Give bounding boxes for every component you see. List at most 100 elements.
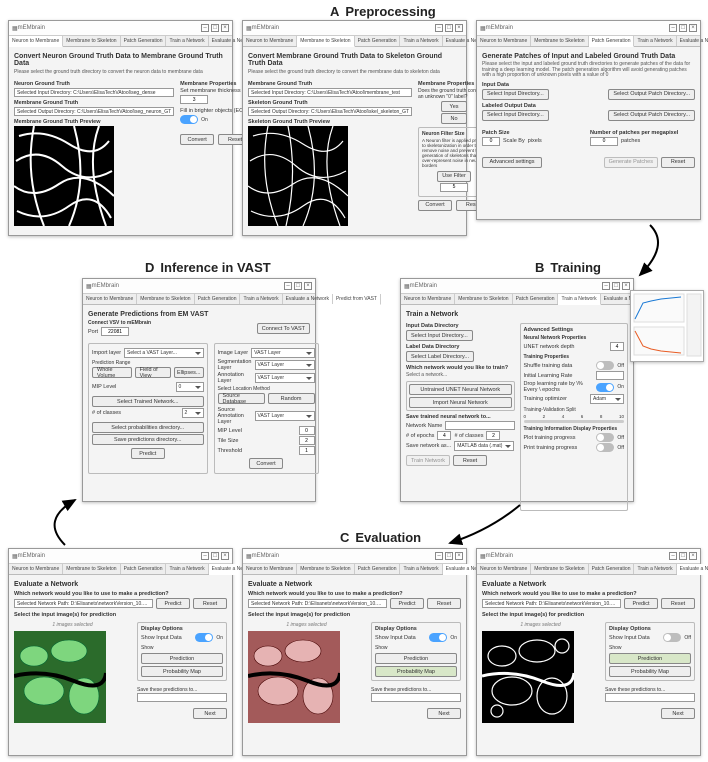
window-controls[interactable]: –□× <box>433 24 463 32</box>
port-input[interactable] <box>101 327 129 336</box>
adv-shuffle-toggle[interactable] <box>596 361 614 370</box>
mip2-input[interactable] <box>299 426 315 435</box>
window-controls[interactable]: –□× <box>667 552 697 560</box>
tab-train[interactable]: Train a Network <box>400 36 442 46</box>
adv-print-toggle[interactable] <box>596 443 614 452</box>
t[interactable]: Patch Generation <box>355 564 401 574</box>
classes-input[interactable] <box>486 431 500 440</box>
prediction-button[interactable]: Prediction <box>375 653 457 664</box>
import-network-button[interactable]: Import Neural Network <box>409 397 512 408</box>
select-input-dir-button[interactable]: Select Input Directory... <box>406 330 473 341</box>
generate-patches-button[interactable]: Generate Patches <box>604 157 658 168</box>
titlebar[interactable]: ▦ mEMbrain –□× <box>83 279 315 294</box>
t[interactable]: Train a Network <box>634 564 676 574</box>
tab-neuron-to-membrane[interactable]: Neuron to Membrane <box>401 294 455 304</box>
tab-membrane-to-skeleton[interactable]: Membrane to Skeleton <box>63 36 120 46</box>
anno-layer-select[interactable]: VAST Layer <box>255 373 315 383</box>
nclasses-select[interactable]: 2 <box>182 408 204 418</box>
connect-vast-button[interactable]: Connect To VAST <box>257 323 310 334</box>
import-layer-select[interactable]: Select a VAST Layer... <box>124 348 204 358</box>
next-button[interactable]: Next <box>427 708 461 719</box>
src-anno-select[interactable]: VAST Layer <box>255 411 315 421</box>
select-input-dir-button-2[interactable]: Select Input Directory... <box>482 110 549 121</box>
input-dir-field[interactable]: Selected Input Directory: C:\Users\Elisa… <box>248 88 412 97</box>
t[interactable]: Neuron to Membrane <box>243 564 297 574</box>
reset-button[interactable]: Reset <box>427 598 461 609</box>
tab-bar[interactable]: Neuron to Membrane Membrane to Skeleton … <box>477 36 700 47</box>
thresh-input[interactable] <box>299 446 315 455</box>
split-slider[interactable] <box>524 420 625 423</box>
random-button[interactable]: Random <box>268 393 315 404</box>
tab-patch-generation[interactable]: Patch Generation <box>513 294 559 304</box>
tab-neuron-to-membrane[interactable]: Neuron to Membrane <box>83 294 137 304</box>
titlebar[interactable]: ▦ mEMbrain –□× <box>477 21 700 36</box>
adv-opt-select[interactable]: Adam <box>590 394 624 404</box>
patch-size-val[interactable] <box>482 137 500 146</box>
tab-patch-generation[interactable]: Patch Generation <box>589 36 635 47</box>
tab-evaluate[interactable]: Evaluate a Network <box>283 294 333 304</box>
select-input-dir-button[interactable]: Select Input Directory... <box>482 89 549 100</box>
tab-patch-generation[interactable]: Patch Generation <box>355 36 401 46</box>
adv-plot-toggle[interactable] <box>596 433 614 442</box>
no-button[interactable]: No <box>441 113 467 124</box>
t[interactable]: Membrane to Skeleton <box>531 564 588 574</box>
next-button[interactable]: Next <box>193 708 227 719</box>
next-button[interactable]: Next <box>661 708 695 719</box>
ellipses-button[interactable]: Ellipses... <box>174 367 204 378</box>
t[interactable]: Patch Generation <box>589 564 635 574</box>
save-pred-field[interactable] <box>137 693 227 702</box>
select-output-patch-dir-button[interactable]: Select Output Patch Directory... <box>608 89 695 100</box>
adv-lr-drop-toggle[interactable] <box>596 383 614 392</box>
use-filter-button[interactable]: Use Filter <box>437 171 471 182</box>
show-input-toggle[interactable] <box>663 633 681 642</box>
image-layer-select[interactable]: VAST Layer <box>251 348 314 358</box>
tab-patch-generation[interactable]: Patch Generation <box>195 294 241 304</box>
prediction-button[interactable]: Prediction <box>141 653 223 664</box>
adv-lr-input[interactable] <box>596 371 624 380</box>
tab-bar[interactable]: Neuron to Membrane Membrane to Skeleton … <box>401 294 633 305</box>
window-controls[interactable]: –□× <box>199 552 229 560</box>
tab-evaluate[interactable]: Evaluate a Network <box>677 564 708 575</box>
network-path[interactable]: Selected Network Path: D:\Elisanets\netw… <box>248 599 387 608</box>
network-path[interactable]: Selected Network Path: D:\Elisanets\netw… <box>482 599 621 608</box>
window-controls[interactable]: –□× <box>433 552 463 560</box>
predict-button[interactable]: Predict <box>156 598 190 609</box>
epochs-input[interactable] <box>437 431 451 440</box>
select-label-dir-button[interactable]: Select Label Directory... <box>406 351 474 362</box>
advanced-settings-button[interactable]: Advanced settings <box>482 157 542 168</box>
predict-button[interactable]: Predict <box>131 448 165 459</box>
titlebar[interactable]: ▦ mEMbrain –□× <box>243 21 466 36</box>
field-of-view-button[interactable]: Field of View <box>135 367 171 378</box>
tab-evaluate[interactable]: Evaluate a Network <box>677 36 708 46</box>
tab-membrane-to-skeleton[interactable]: Membrane to Skeleton <box>297 36 354 47</box>
save-pred-field[interactable] <box>371 693 461 702</box>
tab-bar[interactable]: Neuron to Membrane Membrane to Skeleton … <box>243 36 466 47</box>
seg-layer-select[interactable]: VAST Layer <box>255 360 315 370</box>
output-dir-field[interactable]: Selected Output Directory: C:\Users\Elis… <box>14 107 174 116</box>
network-path[interactable]: Selected Network Path: D:\Elisanets\netw… <box>14 599 153 608</box>
convert-button[interactable]: Convert <box>180 134 214 145</box>
window-controls[interactable]: –□× <box>667 24 697 32</box>
adv-depth-input[interactable] <box>610 342 624 351</box>
prediction-button[interactable]: Prediction <box>609 653 691 664</box>
select-prob-dir-button[interactable]: Select probabilities directory... <box>92 422 204 433</box>
yes-button[interactable]: Yes <box>441 101 467 112</box>
convert-button[interactable]: Convert <box>249 458 283 469</box>
select-trained-network-button[interactable]: Select Trained Network... <box>92 396 204 407</box>
input-dir-field[interactable]: Selected Input Directory: C:\Users\Elisa… <box>14 88 174 97</box>
tab-membrane-to-skeleton[interactable]: Membrane to Skeleton <box>137 294 194 304</box>
reset-button[interactable]: Reset <box>193 598 227 609</box>
tab-bar[interactable]: Neuron to Membrane Membrane to Skeleton … <box>83 294 315 305</box>
tab-train[interactable]: Train a Network <box>240 294 282 304</box>
probmap-button[interactable]: Probability Map <box>375 666 457 677</box>
fill-ecs-toggle[interactable] <box>180 115 198 124</box>
show-input-toggle[interactable] <box>195 633 213 642</box>
t[interactable]: Neuron to Membrane <box>9 564 63 574</box>
show-input-toggle[interactable] <box>429 633 447 642</box>
tab-membrane-to-skeleton[interactable]: Membrane to Skeleton <box>455 294 512 304</box>
tab-bar[interactable]: Neuron to Membrane Membrane to Skeleton … <box>9 36 232 47</box>
tab-membrane-to-skeleton[interactable]: Membrane to Skeleton <box>531 36 588 46</box>
window-controls[interactable]: –□× <box>282 282 312 290</box>
window-controls[interactable]: –□× <box>199 24 229 32</box>
thickness-input[interactable] <box>180 95 208 104</box>
